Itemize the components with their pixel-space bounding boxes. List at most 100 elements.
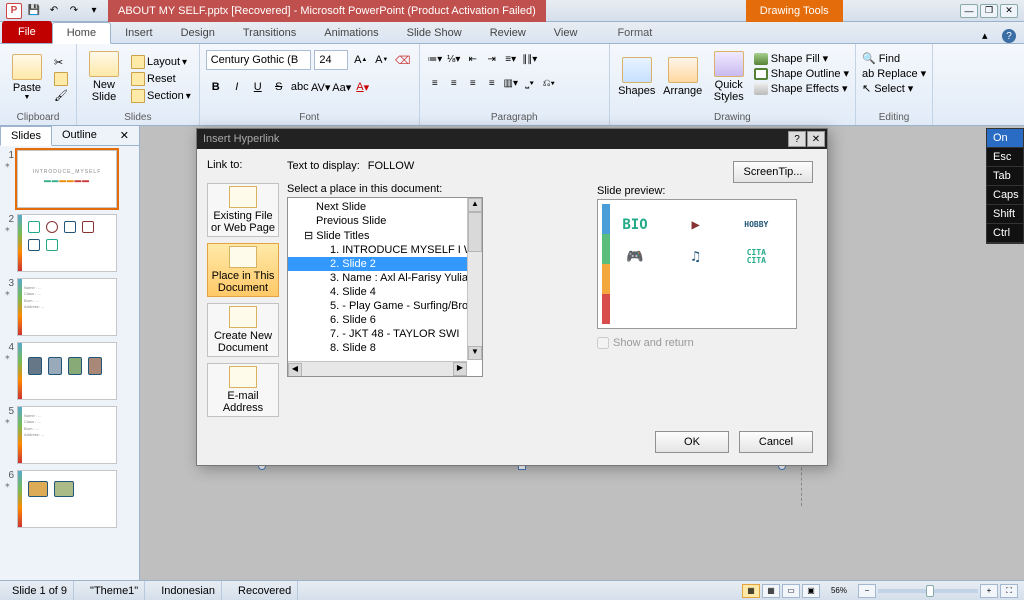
tree-item[interactable]: 3. Name : Axl Al-Farisy Yulia: [288, 271, 482, 285]
arrange-button[interactable]: Arrange: [662, 46, 704, 108]
replace-button[interactable]: abReplace ▾: [862, 67, 926, 80]
slide-tree[interactable]: Next SlidePrevious Slide⊟ Slide Titles1.…: [287, 197, 483, 377]
osk-key[interactable]: Tab: [987, 167, 1023, 186]
zoom-out-button[interactable]: −: [858, 584, 876, 598]
linkto-place-in-doc[interactable]: Place in This Document: [207, 243, 279, 297]
zoom-percent[interactable]: 56%: [822, 584, 856, 598]
osk-key[interactable]: On: [987, 129, 1023, 148]
restore-button[interactable]: ❐: [980, 4, 998, 18]
new-slide-button[interactable]: New Slide: [83, 46, 125, 108]
tree-item[interactable]: 2. Slide 2: [288, 257, 482, 271]
line-spacing-button[interactable]: ≡▾: [502, 50, 520, 68]
zoom-in-button[interactable]: +: [980, 584, 998, 598]
reading-view-button[interactable]: ▭: [782, 584, 800, 598]
scroll-down-icon[interactable]: ▼: [468, 346, 482, 360]
clear-formatting-button[interactable]: ⌫: [393, 50, 413, 70]
text-direction-button[interactable]: ∥∥▾: [521, 50, 539, 68]
scroll-up-icon[interactable]: ▲: [468, 198, 482, 212]
tree-item[interactable]: 7. - JKT 48 - TAYLOR SWI: [288, 327, 482, 341]
strikethrough-button[interactable]: S: [269, 77, 289, 97]
section-button[interactable]: Section ▾: [129, 88, 193, 104]
font-size-combo[interactable]: 24: [314, 50, 347, 70]
tab-slideshow[interactable]: Slide Show: [393, 23, 476, 43]
qat-dropdown-icon[interactable]: ▾: [86, 3, 102, 19]
dialog-help-icon[interactable]: ?: [788, 131, 806, 147]
tree-item[interactable]: 6. Slide 6: [288, 313, 482, 327]
show-and-return-checkbox[interactable]: Show and return: [597, 337, 817, 349]
on-screen-keyboard[interactable]: OnEscTabCapsShiftCtrl: [986, 128, 1024, 244]
tab-transitions[interactable]: Transitions: [229, 23, 310, 43]
close-pane-icon[interactable]: ✕: [110, 126, 139, 145]
bullets-button[interactable]: ≔▾: [426, 50, 444, 68]
file-tab[interactable]: File: [2, 21, 52, 43]
minimize-ribbon-icon[interactable]: ▴: [982, 29, 996, 43]
dialog-titlebar[interactable]: Insert Hyperlink ? ✕: [197, 129, 827, 149]
font-name-combo[interactable]: Century Gothic (B: [206, 50, 312, 70]
zoom-slider[interactable]: [878, 589, 978, 593]
theme-name[interactable]: "Theme1": [84, 581, 145, 600]
language-indicator[interactable]: Indonesian: [155, 581, 222, 600]
slide-thumbnail[interactable]: INTRODUCE_MYSELF━━━━━━: [17, 150, 117, 208]
slide-thumbnail[interactable]: Name : ...Class : ...Born : ...Address: …: [17, 406, 117, 464]
tree-item[interactable]: 5. - Play Game - Surfing/Bro: [288, 299, 482, 313]
tree-item[interactable]: 4. Slide 4: [288, 285, 482, 299]
tree-item[interactable]: ⊟ Slide Titles: [288, 228, 482, 243]
tab-insert[interactable]: Insert: [111, 23, 167, 43]
slideshow-view-button[interactable]: ▣: [802, 584, 820, 598]
reset-button[interactable]: Reset: [129, 71, 193, 87]
inc-indent-button[interactable]: ⇥: [483, 50, 501, 68]
save-icon[interactable]: 💾: [26, 3, 42, 19]
fit-window-button[interactable]: ⛶: [1000, 584, 1018, 598]
quick-styles-button[interactable]: Quick Styles: [708, 46, 750, 108]
find-button[interactable]: 🔍Find: [862, 52, 926, 65]
justify-button[interactable]: ≡: [483, 74, 501, 92]
align-text-button[interactable]: ⎵▾: [521, 74, 539, 92]
smartart-button[interactable]: ⎌▾: [540, 74, 558, 92]
select-button[interactable]: ↖Select ▾: [862, 82, 926, 95]
paste-button[interactable]: Paste▼: [6, 46, 48, 108]
shape-outline-button[interactable]: Shape Outline ▾: [754, 67, 849, 80]
linkto-existing-file[interactable]: Existing File or Web Page: [207, 183, 279, 237]
tab-home[interactable]: Home: [52, 22, 111, 44]
scroll-thumb[interactable]: [468, 212, 482, 252]
scroll-right-icon[interactable]: ▶: [453, 362, 467, 376]
slide-thumbnail[interactable]: [17, 470, 117, 528]
change-case-button[interactable]: Aa▾: [332, 77, 352, 97]
close-button[interactable]: ✕: [1000, 4, 1018, 18]
osk-key[interactable]: Caps: [987, 186, 1023, 205]
sorter-view-button[interactable]: ▦: [762, 584, 780, 598]
recovered-indicator[interactable]: Recovered: [232, 581, 298, 600]
tree-item[interactable]: Next Slide: [288, 200, 482, 214]
normal-view-button[interactable]: ▦: [742, 584, 760, 598]
outline-tab[interactable]: Outline: [52, 126, 107, 145]
zoom-thumb[interactable]: [926, 585, 934, 597]
undo-icon[interactable]: ↶: [46, 3, 62, 19]
copy-button[interactable]: [52, 71, 70, 87]
screentip-button[interactable]: ScreenTip...: [733, 161, 813, 183]
dec-indent-button[interactable]: ⇤: [464, 50, 482, 68]
tab-review[interactable]: Review: [476, 23, 540, 43]
underline-button[interactable]: U: [248, 77, 268, 97]
align-left-button[interactable]: ≡: [426, 74, 444, 92]
osk-key[interactable]: Ctrl: [987, 224, 1023, 243]
italic-button[interactable]: I: [227, 77, 247, 97]
scroll-left-icon[interactable]: ◀: [288, 363, 302, 377]
tree-vscrollbar[interactable]: ▲▼: [467, 198, 482, 360]
dialog-close-icon[interactable]: ✕: [807, 131, 825, 147]
align-center-button[interactable]: ≡: [445, 74, 463, 92]
slides-tab[interactable]: Slides: [0, 126, 52, 146]
tab-view[interactable]: View: [540, 23, 592, 43]
cancel-button[interactable]: Cancel: [739, 431, 813, 453]
shape-effects-button[interactable]: Shape Effects ▾: [754, 82, 849, 95]
tab-design[interactable]: Design: [167, 23, 229, 43]
slide-thumbnail[interactable]: [17, 342, 117, 400]
char-spacing-button[interactable]: AV▾: [311, 77, 331, 97]
tree-hscrollbar[interactable]: ◀▶: [288, 361, 467, 376]
columns-button[interactable]: ▥▾: [502, 74, 520, 92]
help-icon[interactable]: ?: [1002, 29, 1016, 43]
tab-format[interactable]: Format: [603, 23, 666, 43]
grow-font-button[interactable]: A▲: [351, 50, 371, 70]
cut-button[interactable]: ✂: [52, 55, 70, 70]
layout-button[interactable]: Layout ▾: [129, 54, 193, 70]
font-color-button[interactable]: A▾: [353, 77, 373, 97]
